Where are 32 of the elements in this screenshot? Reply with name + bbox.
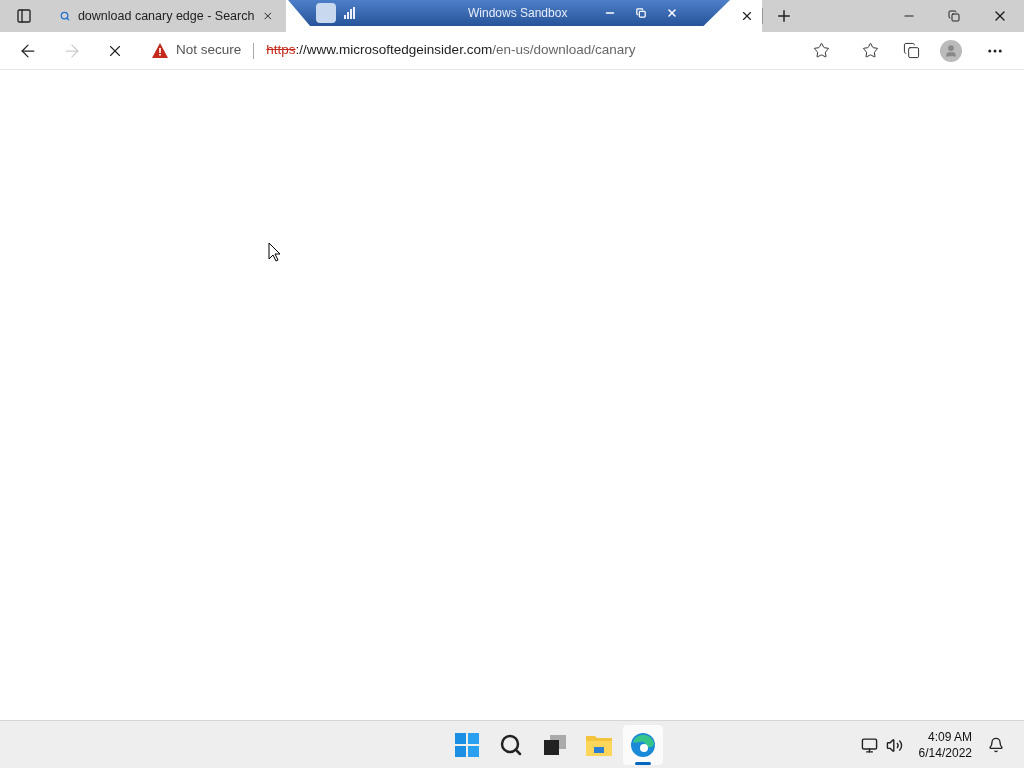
signal-bars-icon [344,7,356,19]
folder-icon [586,733,612,756]
security-label[interactable]: Not secure [176,40,242,61]
favorites-icon[interactable] [862,42,879,59]
windows-logo-icon [455,732,479,757]
url-text: https://www.microsoftedgeinsider.com/en-us/download/canary [266,41,636,60]
notification-icon[interactable] [988,737,1004,753]
browser-logo-icon [630,731,656,758]
restore-icon[interactable] [948,10,960,22]
volume-icon[interactable] [885,736,903,754]
add-favorite-icon[interactable] [813,42,830,59]
search-icon [499,732,523,757]
warning-icon [152,43,168,58]
clock-time: 4:09 AM [927,729,972,745]
new-tab-icon[interactable] [775,7,793,25]
clock[interactable]: 4:09 AM 6/14/2022 [918,729,972,761]
sandbox-app-icon [316,3,336,23]
sandbox-title: Windows Sandbox [468,5,568,22]
close-icon[interactable] [666,7,678,19]
profile-avatar[interactable] [940,39,962,62]
tab-panel-icon [16,8,32,24]
search-icon [60,10,70,22]
mouse-cursor-icon [268,242,281,262]
clock-date: 6/14/2022 [918,745,972,761]
task-view-icon [544,734,566,755]
network-icon[interactable] [860,736,878,754]
close-icon[interactable] [740,9,754,23]
active-indicator [635,761,651,765]
person-icon [944,43,958,58]
collections-icon[interactable] [903,42,920,59]
restore-icon[interactable] [636,8,646,18]
tab-title: download canary edge - Search [77,7,255,25]
